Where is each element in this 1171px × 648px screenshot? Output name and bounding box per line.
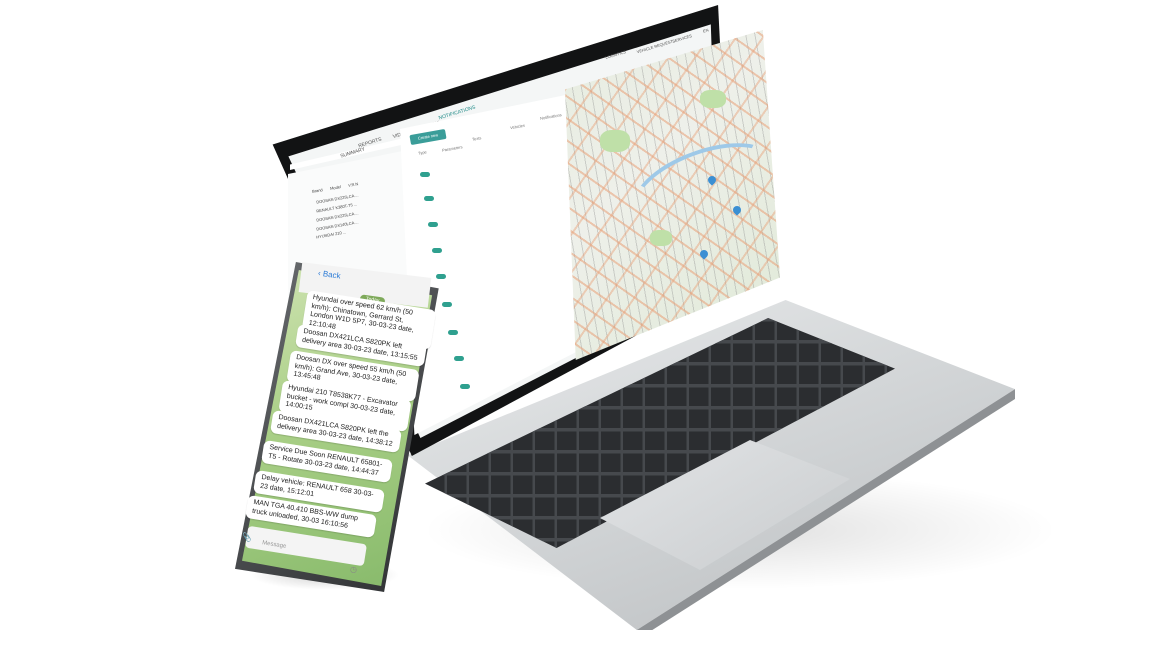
- notification-toggle[interactable]: [428, 222, 438, 227]
- product-mockup-scene: SUMMARY REPORTS VIDEO MONITORING NOTIFIC…: [0, 0, 1171, 648]
- notification-toggle[interactable]: [424, 196, 434, 201]
- notification-toggle[interactable]: [454, 356, 464, 361]
- map-park: [600, 130, 630, 152]
- notification-toggle[interactable]: [432, 248, 442, 253]
- clock-icon[interactable]: ◷: [350, 565, 357, 574]
- notification-toggle[interactable]: [460, 384, 470, 389]
- notification-toggle[interactable]: [442, 302, 452, 307]
- notification-toggle[interactable]: [420, 172, 430, 177]
- map-park: [650, 230, 672, 246]
- paperclip-icon[interactable]: 📎: [241, 532, 252, 542]
- notification-toggle[interactable]: [436, 274, 446, 279]
- notifications-panel: [400, 95, 580, 435]
- map-park: [700, 90, 726, 108]
- notification-toggle[interactable]: [448, 330, 458, 335]
